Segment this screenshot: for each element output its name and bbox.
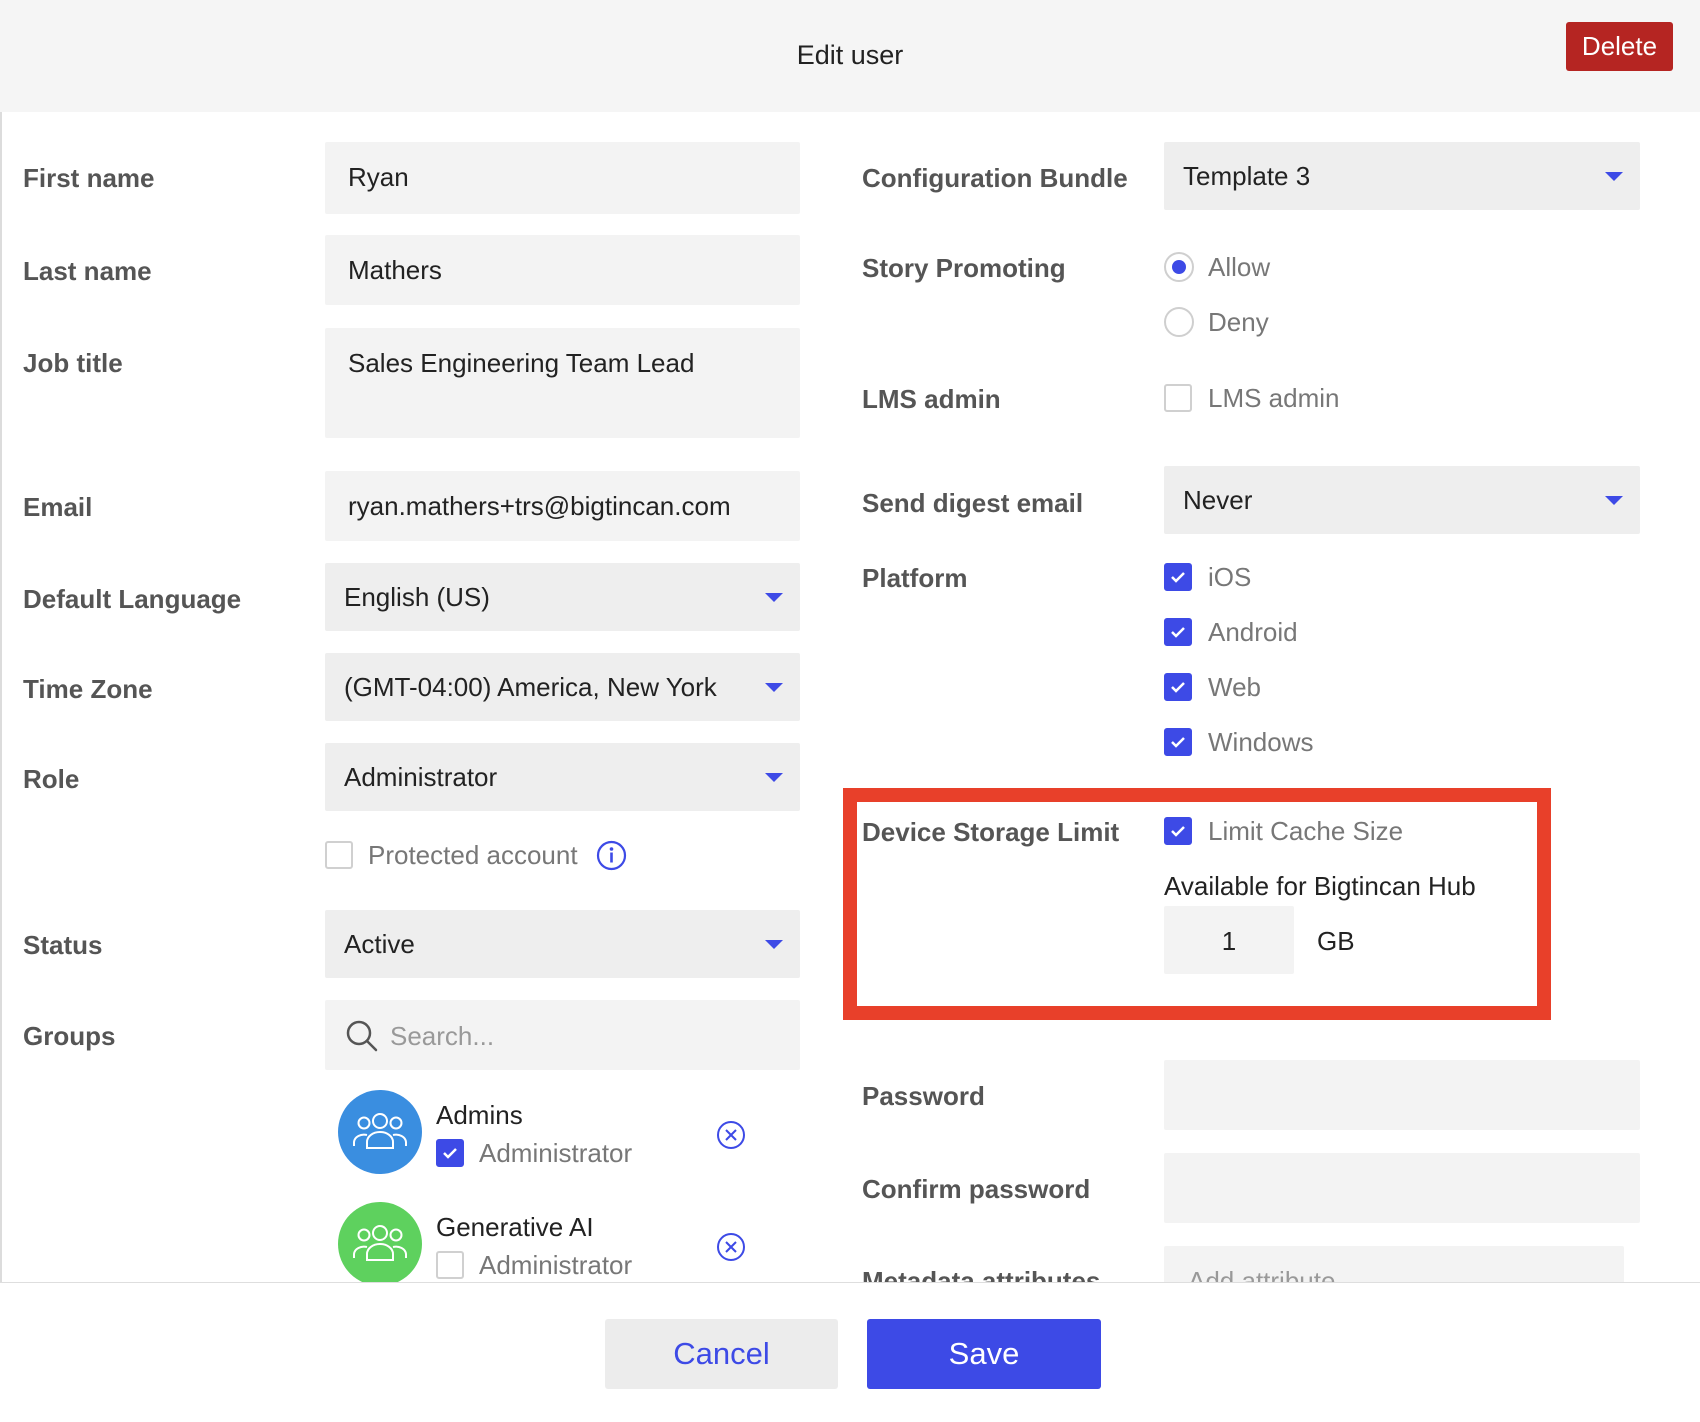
- first-name-value: Ryan: [348, 162, 409, 192]
- limit-cache-size-label: Limit Cache Size: [1208, 816, 1404, 846]
- device-storage-limit-label: Device Storage Limit: [862, 817, 1120, 847]
- lms-admin-option-label: LMS admin: [1208, 383, 1340, 413]
- platform-web-label: Web: [1208, 672, 1261, 702]
- check-icon: [1171, 682, 1185, 693]
- dialog-header: Edit user Delete: [0, 0, 1700, 112]
- metadata-attributes-label: Metadata attributes: [862, 1266, 1101, 1282]
- confirm-password-label: Confirm password: [862, 1174, 1091, 1204]
- first-name-input[interactable]: Ryan: [325, 142, 800, 214]
- cache-size-unit: GB: [1317, 926, 1355, 956]
- check-icon: [1171, 826, 1185, 837]
- time-zone-value: (GMT-04:00) America, New York: [344, 672, 717, 702]
- default-language-select[interactable]: English (US): [325, 563, 800, 631]
- cancel-button[interactable]: Cancel: [605, 1319, 838, 1389]
- group-name: Generative AI: [436, 1212, 594, 1242]
- save-button[interactable]: Save: [867, 1319, 1101, 1389]
- send-digest-email-select[interactable]: Never: [1164, 466, 1640, 534]
- email-value: ryan.mathers+trs@bigtincan.com: [348, 491, 731, 521]
- metadata-attributes-input[interactable]: Add attribute: [1164, 1246, 1624, 1282]
- time-zone-label: Time Zone: [23, 674, 153, 704]
- story-promoting-label: Story Promoting: [862, 253, 1066, 283]
- email-label: Email: [23, 492, 93, 522]
- group-admin-checkbox[interactable]: [436, 1139, 464, 1167]
- delete-button[interactable]: Delete: [1566, 22, 1673, 71]
- last-name-label: Last name: [23, 256, 152, 286]
- send-digest-email-value: Never: [1183, 485, 1253, 515]
- platform-windows-label: Windows: [1208, 727, 1314, 757]
- platform-web-checkbox[interactable]: [1164, 673, 1192, 701]
- platform-ios-checkbox[interactable]: [1164, 563, 1192, 591]
- radio-selected-dot: [1172, 260, 1186, 274]
- role-label: Role: [23, 764, 80, 794]
- protected-account-checkbox[interactable]: [325, 841, 353, 869]
- password-input[interactable]: [1164, 1060, 1640, 1130]
- role-value: Administrator: [344, 762, 498, 792]
- metadata-clip: Metadata attributes Add attribute: [0, 1240, 1700, 1282]
- dialog-title: Edit user: [796, 40, 904, 70]
- platform-label: Platform: [862, 563, 968, 593]
- check-icon: [1171, 737, 1185, 748]
- group-avatar: [338, 1090, 422, 1174]
- protected-account-label: Protected account: [368, 840, 578, 870]
- status-select[interactable]: Active: [325, 910, 800, 978]
- job-title-value: Sales Engineering Team Lead: [348, 348, 695, 378]
- chevron-down-icon: [765, 773, 783, 782]
- left-divider: [0, 112, 2, 1282]
- groups-search-placeholder: Search...: [390, 1021, 495, 1051]
- password-label: Password: [862, 1081, 985, 1111]
- first-name-label: First name: [23, 163, 155, 193]
- job-title-textarea[interactable]: Sales Engineering Team Lead: [325, 328, 800, 438]
- metadata-attributes-placeholder: Add attribute: [1188, 1266, 1336, 1282]
- users-icon: [353, 1113, 407, 1149]
- chevron-down-icon: [1605, 172, 1623, 181]
- groups-label: Groups: [23, 1021, 116, 1051]
- role-select[interactable]: Administrator: [325, 743, 800, 811]
- story-promoting-allow-radio[interactable]: [1164, 252, 1194, 282]
- configuration-bundle-value: Template 3: [1183, 161, 1311, 191]
- cache-size-value: 1: [1221, 926, 1237, 956]
- chevron-down-icon: [765, 940, 783, 949]
- search-icon: [346, 1020, 378, 1052]
- last-name-value: Mathers: [348, 255, 442, 285]
- story-promoting-allow-label: Allow: [1208, 252, 1271, 282]
- check-icon: [443, 1148, 457, 1159]
- configuration-bundle-label: Configuration Bundle: [862, 163, 1128, 193]
- limit-cache-size-checkbox[interactable]: [1164, 817, 1192, 845]
- status-label: Status: [23, 930, 103, 960]
- platform-android-label: Android: [1208, 617, 1298, 647]
- cache-size-input[interactable]: 1: [1164, 906, 1294, 974]
- job-title-label: Job title: [23, 348, 123, 378]
- lms-admin-label: LMS admin: [862, 384, 1001, 414]
- platform-windows-checkbox[interactable]: [1164, 728, 1192, 756]
- send-digest-email-label: Send digest email: [862, 488, 1084, 518]
- groups-search-input[interactable]: Search...: [325, 1000, 800, 1070]
- info-icon[interactable]: [596, 840, 627, 871]
- platform-android-checkbox[interactable]: [1164, 618, 1192, 646]
- last-name-input[interactable]: Mathers: [325, 235, 800, 305]
- default-language-label: Default Language: [23, 584, 242, 614]
- confirm-password-input[interactable]: [1164, 1153, 1640, 1223]
- chevron-down-icon: [1605, 496, 1623, 505]
- remove-group-icon[interactable]: [716, 1120, 746, 1150]
- check-icon: [1171, 627, 1185, 638]
- available-for-hub-text: Available for Bigtincan Hub: [1164, 871, 1476, 901]
- default-language-value: English (US): [344, 582, 490, 612]
- group-role-label: Administrator: [479, 1138, 633, 1168]
- footer-divider: [0, 1282, 1700, 1283]
- status-value: Active: [344, 929, 415, 959]
- chevron-down-icon: [765, 683, 783, 692]
- chevron-down-icon: [765, 593, 783, 602]
- platform-ios-label: iOS: [1208, 562, 1252, 592]
- check-icon: [1171, 572, 1185, 583]
- email-input[interactable]: ryan.mathers+trs@bigtincan.com: [325, 471, 800, 541]
- story-promoting-deny-label: Deny: [1208, 307, 1269, 337]
- time-zone-select[interactable]: (GMT-04:00) America, New York: [325, 653, 800, 721]
- configuration-bundle-select[interactable]: Template 3: [1164, 142, 1640, 210]
- lms-admin-checkbox[interactable]: [1164, 384, 1192, 412]
- group-name: Admins: [436, 1100, 523, 1130]
- story-promoting-deny-radio[interactable]: [1164, 307, 1194, 337]
